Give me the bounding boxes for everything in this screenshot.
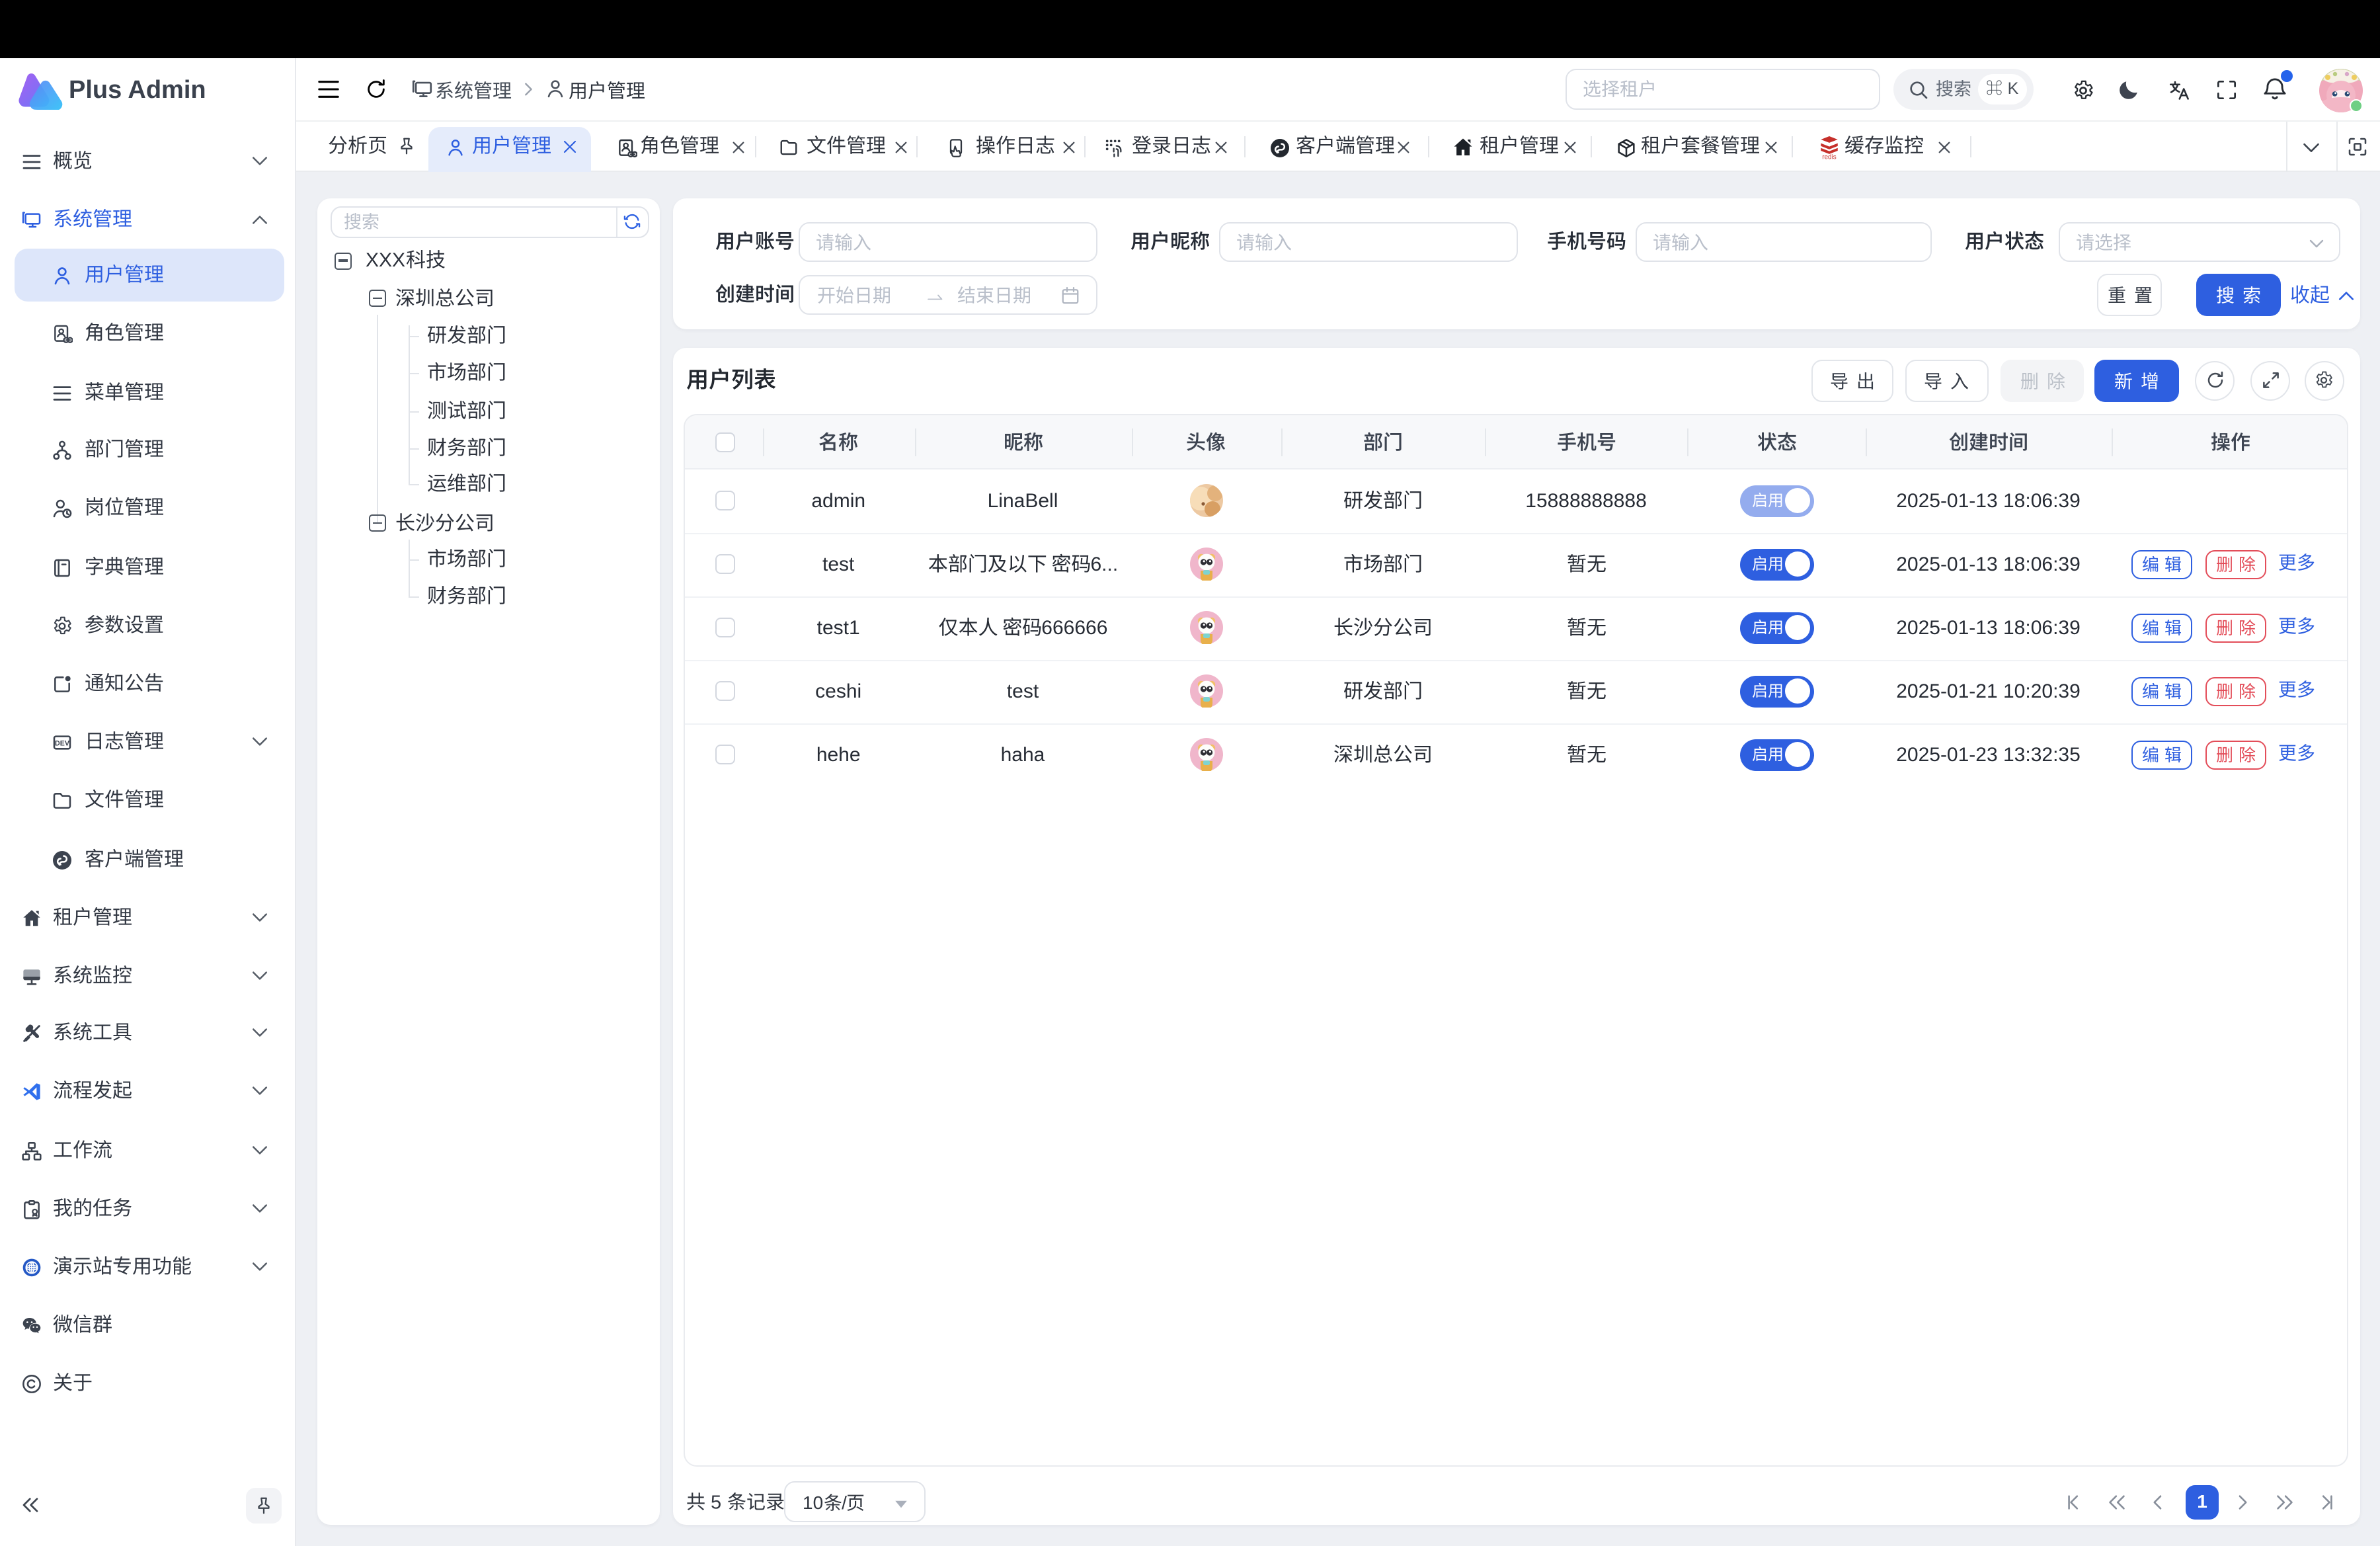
svg-text:DEV: DEV bbox=[55, 739, 70, 747]
svg-text:redis: redis bbox=[1821, 154, 1836, 160]
